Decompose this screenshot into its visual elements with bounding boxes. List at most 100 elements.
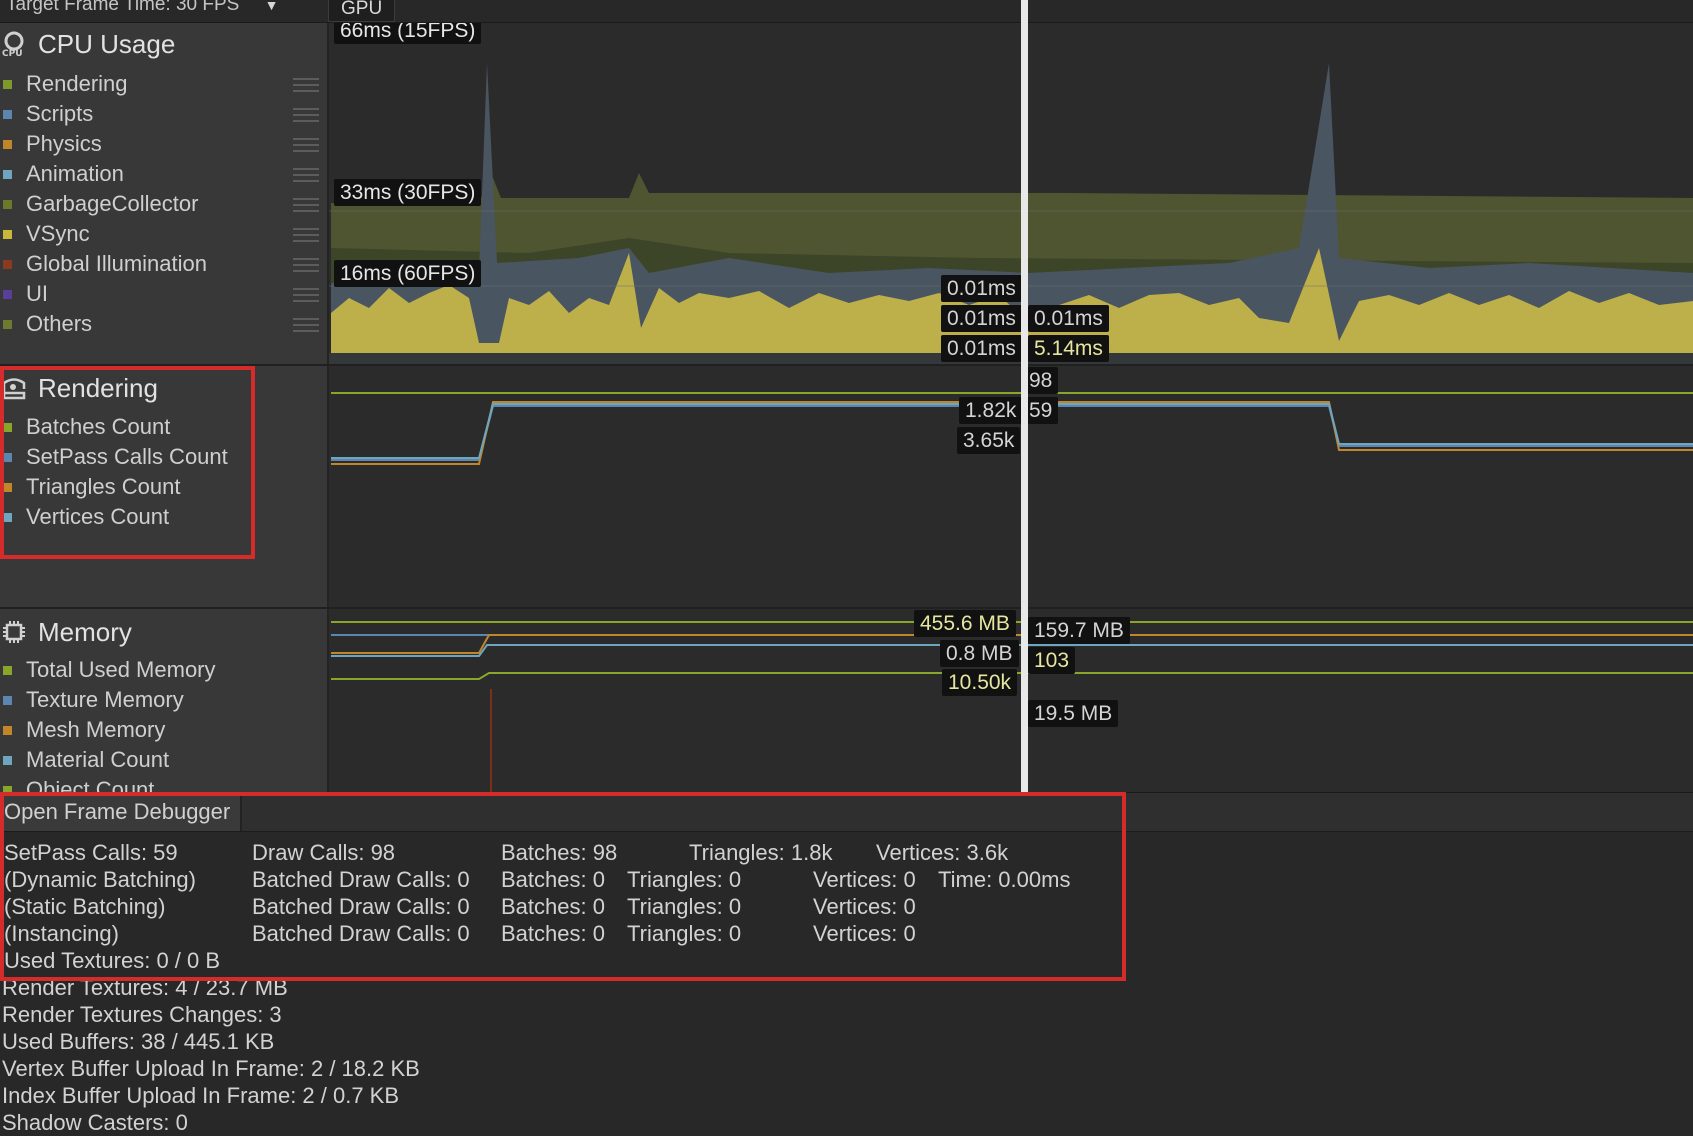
legend-label: Mesh Memory <box>26 717 166 742</box>
drag-handle-icon[interactable] <box>293 288 319 302</box>
stat-vertices: Vertices: 0 <box>813 867 916 892</box>
legend-item[interactable]: GarbageCollector <box>0 190 327 218</box>
legend-swatch <box>3 259 12 269</box>
profiler-toolbar: Target Frame Time: 30 FPS ▼ GPU <box>0 0 1693 23</box>
legend-label: Total Used Memory <box>26 657 216 682</box>
stat-render-texture-changes: Render Textures Changes: 3 <box>2 1002 282 1027</box>
cursor-value-right: 0.01ms <box>1028 305 1109 332</box>
stat-static-batching: (Static Batching) <box>4 894 166 919</box>
legend-label: Object Count <box>26 777 155 792</box>
stat-triangles: Triangles: 0 <box>627 867 742 892</box>
legend-item[interactable]: Object Count <box>0 776 327 792</box>
stat-triangles: Triangles: 0 <box>627 894 742 919</box>
cursor-value-left: 0.01ms <box>941 335 1022 362</box>
gpu-tab[interactable]: GPU <box>328 0 396 22</box>
legend-swatch <box>3 229 12 239</box>
legend-item[interactable]: Physics <box>0 130 327 158</box>
cpu-icon: CPU <box>0 30 28 58</box>
legend-item[interactable]: Animation <box>0 160 327 188</box>
rendering-module[interactable]: Rendering Batches Count SetPass Calls Cou… <box>0 366 329 608</box>
cpu-usage-title: CPU CPU Usage <box>0 29 175 59</box>
legend-swatch <box>3 289 12 299</box>
legend-label: Texture Memory <box>26 687 184 712</box>
memory-module[interactable]: Memory Total Used Memory Texture Memory Me… <box>0 609 329 792</box>
legend-item[interactable]: Mesh Memory <box>0 716 327 744</box>
legend-label: Batches Count <box>26 414 171 439</box>
stat-setpass: SetPass Calls: 59 <box>4 840 178 865</box>
rendering-title: Rendering <box>0 373 158 403</box>
legend-item[interactable]: Scripts <box>0 100 327 128</box>
drag-handle-icon[interactable] <box>293 258 319 272</box>
legend-item[interactable]: Triangles Count <box>0 473 327 501</box>
legend-item[interactable]: Texture Memory <box>0 686 327 714</box>
legend-swatch <box>3 482 12 492</box>
stat-batches: Batches: 0 <box>501 867 605 892</box>
rendering-graph[interactable]: 98 1.82k 59 3.65k <box>329 366 1693 608</box>
stat-batches: Batches: 0 <box>501 894 605 919</box>
stat-triangles: Triangles: 0 <box>627 921 742 946</box>
legend-swatch <box>3 695 12 705</box>
guide-15fps: 66ms (15FPS) <box>334 23 482 44</box>
cpu-usage-graph[interactable]: 66ms (15FPS) 33ms (30FPS) 16ms (60FPS) 0… <box>329 23 1693 365</box>
drag-handle-icon[interactable] <box>293 78 319 92</box>
frame-cursor[interactable] <box>1021 0 1028 792</box>
memory-label: Memory <box>38 616 132 647</box>
legend-swatch <box>3 109 12 119</box>
stat-dynamic-batching: (Dynamic Batching) <box>4 867 196 892</box>
guide-60fps: 16ms (60FPS) <box>334 260 482 287</box>
legend-swatch <box>3 199 12 209</box>
stat-time: Time: 0.00ms <box>938 867 1071 892</box>
cursor-value-left: 0.01ms <box>941 305 1022 332</box>
drag-handle-icon[interactable] <box>293 108 319 122</box>
legend-item[interactable]: Others <box>0 310 327 338</box>
stat-vertices: Vertices: 0 <box>813 921 916 946</box>
cursor-value-left: 455.6 MB <box>914 610 1016 637</box>
legend-swatch <box>3 319 12 329</box>
target-frame-time-label: Target Frame Time: 30 FPS <box>6 0 240 15</box>
drag-handle-icon[interactable] <box>293 228 319 242</box>
legend-item[interactable]: Rendering <box>0 70 327 98</box>
legend-label: Rendering <box>26 71 128 96</box>
legend-item[interactable]: VSync <box>0 220 327 248</box>
memory-graph[interactable]: 455.6 MB 159.7 MB 0.8 MB 103 10.50k 19.5… <box>329 609 1693 792</box>
cursor-value-right: 5.14ms <box>1028 335 1109 362</box>
stat-batched-draw-calls: Batched Draw Calls: 0 <box>252 921 470 946</box>
legend-swatch <box>3 169 12 179</box>
legend-label: Triangles Count <box>26 474 181 499</box>
stat-used-textures: Used Textures: 0 / 0 B <box>4 948 221 973</box>
stat-batched-draw-calls: Batched Draw Calls: 0 <box>252 867 470 892</box>
stat-batched-draw-calls: Batched Draw Calls: 0 <box>252 894 470 919</box>
legend-item[interactable]: Material Count <box>0 746 327 774</box>
legend-label: Physics <box>26 131 102 156</box>
legend-item[interactable]: UI <box>0 280 327 308</box>
drag-handle-icon[interactable] <box>293 198 319 212</box>
drag-handle-icon[interactable] <box>293 318 319 332</box>
open-frame-debugger-button[interactable]: Open Frame Debugger <box>0 793 243 831</box>
stat-instancing: (Instancing) <box>4 921 119 946</box>
cpu-usage-module[interactable]: CPU CPU Usage Rendering Scripts Physics Ani… <box>0 23 329 365</box>
target-frame-time-dropdown[interactable]: Target Frame Time: 30 FPS ▼ <box>6 0 279 16</box>
cursor-value-right: 19.5 MB <box>1028 700 1119 727</box>
legend-item[interactable]: Total Used Memory <box>0 656 327 684</box>
stat-batches: Batches: 0 <box>501 921 605 946</box>
legend-item[interactable]: Vertices Count <box>0 503 327 531</box>
legend-label: Scripts <box>26 101 94 126</box>
memory-title: Memory <box>0 617 132 647</box>
details-pane: Open Frame Debugger SetPass Calls: 59 Dr… <box>0 792 1693 1135</box>
legend-label: GarbageCollector <box>26 191 199 216</box>
drag-handle-icon[interactable] <box>293 138 319 152</box>
legend-item[interactable]: Batches Count <box>0 413 327 441</box>
cursor-value-left: 3.65k <box>957 427 1021 454</box>
rendering-label: Rendering <box>38 372 158 403</box>
stat-triangles: Triangles: 1.8k <box>689 840 833 865</box>
legend-swatch <box>3 422 12 432</box>
drag-handle-icon[interactable] <box>293 168 319 182</box>
legend-swatch <box>3 755 12 765</box>
legend-item[interactable]: SetPass Calls Count <box>0 443 327 471</box>
stat-draw-calls: Draw Calls: 98 <box>252 840 396 865</box>
rendering-icon <box>0 374 28 402</box>
legend-label: Material Count <box>26 747 170 772</box>
stat-vertex-buffer-upload: Vertex Buffer Upload In Frame: 2 / 18.2 … <box>2 1056 420 1081</box>
legend-item[interactable]: Global Illumination <box>0 250 327 278</box>
cursor-value-right: 59 <box>1023 397 1059 424</box>
